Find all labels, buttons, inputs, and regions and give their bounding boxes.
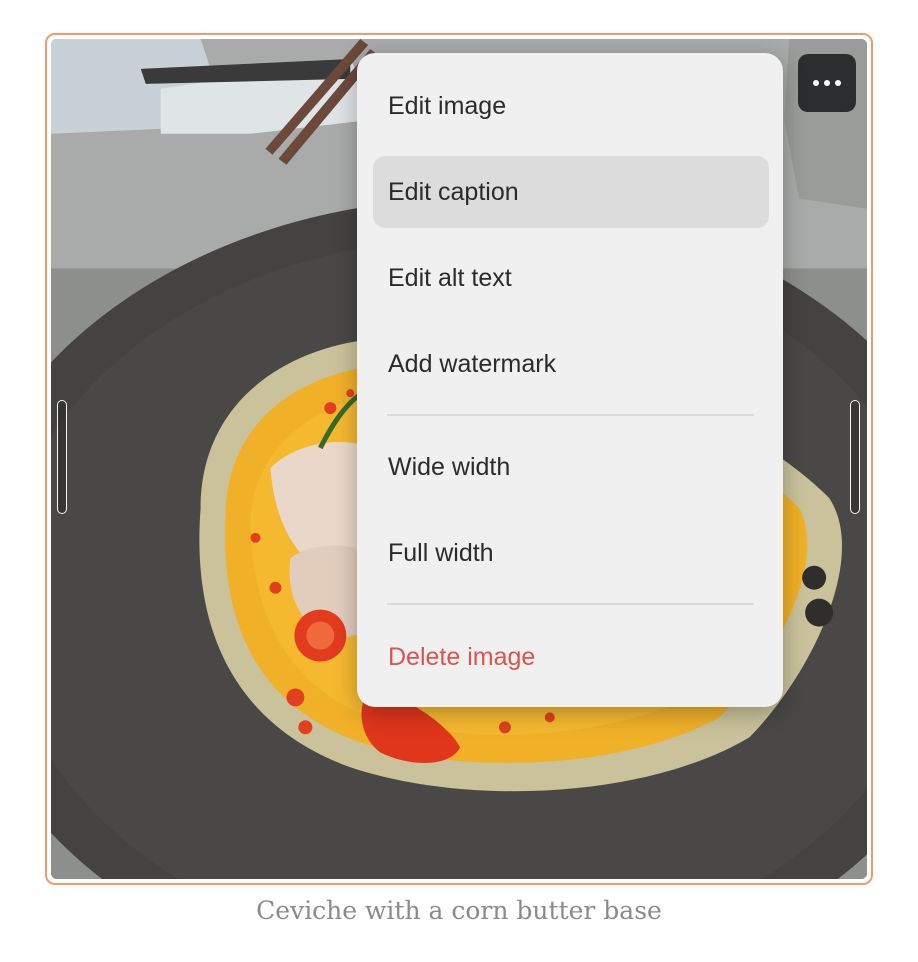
menu-divider <box>387 414 754 416</box>
menu-divider <box>387 603 754 605</box>
page: Edit image Edit caption Edit alt text Ad… <box>0 0 918 962</box>
image-options-menu: Edit image Edit caption Edit alt text Ad… <box>357 53 783 707</box>
menu-item-wide-width[interactable]: Wide width <box>373 431 769 503</box>
menu-item-add-watermark[interactable]: Add watermark <box>373 328 769 400</box>
menu-item-edit-image[interactable]: Edit image <box>373 70 769 142</box>
more-horizontal-icon-dot <box>835 80 841 86</box>
menu-item-full-width[interactable]: Full width <box>373 517 769 589</box>
menu-item-delete-image[interactable]: Delete image <box>373 621 769 693</box>
image-caption[interactable]: Ceviche with a corn butter base <box>0 896 918 925</box>
more-horizontal-icon-dot <box>824 80 830 86</box>
menu-item-edit-alt-text[interactable]: Edit alt text <box>373 242 769 314</box>
more-options-button[interactable] <box>798 54 856 112</box>
menu-item-edit-caption[interactable]: Edit caption <box>373 156 769 228</box>
resize-handle-right[interactable] <box>850 400 860 514</box>
more-horizontal-icon <box>813 80 819 86</box>
resize-handle-left[interactable] <box>57 400 67 514</box>
